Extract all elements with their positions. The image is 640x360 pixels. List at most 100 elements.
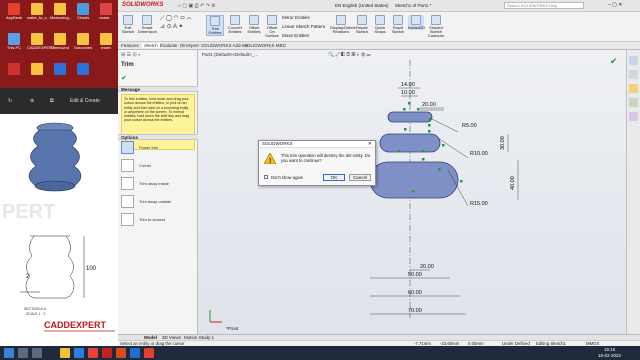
dim-r5[interactable]: R5.00: [462, 123, 477, 129]
quick-snaps-button[interactable]: Quick Snaps: [372, 15, 388, 34]
instant2d-button[interactable]: Instant2D: [408, 15, 425, 30]
tab-evaluate[interactable]: Evaluate: [160, 43, 178, 48]
word-icon[interactable]: [130, 348, 140, 358]
dim-10[interactable]: 10.00: [401, 90, 415, 96]
sketch-tools-icons[interactable]: ⟋ ◯ ◠ ▭ ⌒ ⊿ ⊙ A ✦: [160, 16, 191, 30]
view-palette-icon[interactable]: [629, 98, 638, 107]
rapid-sketch-icon: [393, 15, 403, 25]
task-view-icon[interactable]: [32, 348, 42, 358]
exit-sketch-button[interactable]: Exit Sketch: [120, 15, 136, 34]
edit-create-button[interactable]: Edit & Create: [70, 98, 100, 104]
message-header[interactable]: Message: [118, 86, 198, 92]
dim-14[interactable]: 14.00: [401, 82, 415, 88]
dim-r10[interactable]: R10.00: [470, 151, 488, 157]
ok-button[interactable]: OK: [323, 174, 345, 181]
dim-20-top[interactable]: 20.00: [422, 102, 436, 108]
trim-entities-button[interactable]: Trim Entities: [206, 15, 224, 36]
display-delete-relations-button[interactable]: Display/Delete Relations: [330, 15, 356, 34]
mirror-entities-button[interactable]: Mirror Entities: [282, 15, 310, 20]
dim-30[interactable]: 30.00: [500, 136, 506, 150]
start-icon[interactable]: [4, 348, 14, 358]
option-trim-outside[interactable]: Trim away outside: [121, 194, 195, 211]
trim-inside-icon: [121, 177, 134, 190]
resources-icon[interactable]: [629, 56, 638, 65]
anydesk-taskbar-icon[interactable]: [144, 348, 154, 358]
language-selector[interactable]: EN English (United States): [335, 3, 389, 8]
move-entities-button[interactable]: Move Entities: [282, 33, 309, 38]
zoom-icon[interactable]: ⊕: [30, 98, 34, 104]
desktop-icon-folder[interactable]: [27, 63, 47, 76]
slot-middle[interactable]: [379, 133, 441, 153]
option-trim-inside[interactable]: Trim away inside: [121, 176, 195, 193]
powerpoint-icon[interactable]: [116, 348, 126, 358]
desktop-icon-ps[interactable]: [50, 63, 70, 76]
tab-sketch[interactable]: Sketch: [142, 43, 160, 48]
desktop-icon-folder[interactable]: exam: [96, 33, 116, 50]
sw-title-bar: SOLIDWORKS ⌂ ▢ ▣ ⎙ ↶ ↷ ⚙ EN English (Uni…: [118, 0, 640, 12]
desktop-icon-folder[interactable]: Outcomes: [73, 33, 93, 50]
slot-top[interactable]: [387, 111, 433, 123]
bellows-3d-model: [28, 122, 82, 192]
edge-icon[interactable]: [74, 348, 84, 358]
quick-access-icons[interactable]: ⌂ ▢ ▣ ⎙ ↶ ↷ ⚙: [178, 3, 216, 9]
dont-show-checkbox[interactable]: [264, 175, 268, 179]
windows-taskbar: 15:15 16-02-2022: [0, 346, 640, 360]
linear-pattern-button[interactable]: Linear Sketch Pattern: [282, 24, 325, 29]
offset-entities-button[interactable]: Offset Entities: [246, 15, 262, 34]
dim-70[interactable]: 70.00: [408, 308, 422, 314]
tab-features[interactable]: Features: [121, 43, 139, 48]
option-trim-closest[interactable]: Trim to closest: [121, 212, 195, 229]
folder-icon: [100, 33, 112, 45]
clock-date[interactable]: 16-02-2022: [598, 353, 621, 358]
search-icon[interactable]: [18, 348, 28, 358]
graphics-area[interactable]: Part1 (Default<<Default>_... 🔍 ⤢ ◧ ◎ ▣ ◐…: [198, 50, 626, 334]
desktop-icon-clouds[interactable]: Clouds: [73, 3, 93, 20]
desktop-icon-ps[interactable]: [73, 63, 93, 76]
desktop-icon-folder[interactable]: CADDEXPERT: [27, 33, 54, 50]
dialog-close-icon[interactable]: ✕: [368, 141, 372, 147]
command-tabs: Features Sketch Evaluate DimXpert SOLIDW…: [118, 42, 640, 50]
option-corner[interactable]: Corner: [121, 158, 195, 175]
desktop-icon-thispc[interactable]: This PC: [4, 33, 24, 50]
dim-20-bottom[interactable]: 20.00: [420, 264, 434, 270]
appearances-icon[interactable]: [629, 112, 638, 121]
desktop-icon-folder[interactable]: water_to_c...: [27, 3, 50, 20]
tab-dimxpert[interactable]: DimXpert: [180, 43, 199, 48]
repair-sketch-button[interactable]: Repair Sketch: [354, 15, 370, 34]
solidworks-taskbar-icon[interactable]: [102, 348, 112, 358]
desktop-icon-exam[interactable]: exam...: [96, 3, 116, 20]
offset-on-surface-button[interactable]: Offset On Surface: [264, 15, 280, 38]
chrome-icon[interactable]: [88, 348, 98, 358]
option-power-trim[interactable]: Power trim: [121, 140, 195, 157]
smart-dimension-button[interactable]: Smart Dimension: [138, 15, 157, 34]
clock-time[interactable]: 15:15: [604, 347, 615, 352]
command-manager: Exit Sketch Smart Dimension ⟋ ◯ ◠ ▭ ⌒ ⊿ ⊙…: [118, 12, 640, 42]
sketch-canvas[interactable]: 14.00 10.00 20.00 R5.00 R10.00 30.00 R15…: [198, 50, 626, 334]
dim-50[interactable]: 50.00: [408, 272, 422, 278]
pm-tab-icons[interactable]: ⊞ ☰ ⊡ ◐: [121, 52, 141, 58]
desktop-icon-folder[interactable]: Measuring...: [50, 3, 72, 20]
cancel-button[interactable]: Cancel: [349, 174, 371, 181]
desktop-icon-anydesk[interactable]: AnyDesk: [4, 3, 24, 20]
tab-addins[interactable]: SOLIDWORKS Add-Ins: [201, 43, 248, 48]
dim-60[interactable]: 60.00: [408, 290, 422, 296]
window-controls[interactable]: – ▢ ✕: [608, 2, 622, 8]
convert-entities-button[interactable]: Convert Entities: [226, 15, 244, 34]
desktop-icon-pdf[interactable]: [4, 63, 24, 76]
shaded-contours-button[interactable]: Shaded Sketch Contours: [426, 15, 446, 38]
tab-mbd[interactable]: SOLIDWORKS MBD: [244, 43, 286, 48]
file-explorer-icon[interactable]: [629, 84, 638, 93]
desktop-icon-folder[interactable]: DemoUnd: [50, 33, 70, 50]
convert-icon: [230, 15, 240, 25]
trim-closest-icon: [121, 213, 134, 226]
dim-r15[interactable]: R15.00: [470, 201, 488, 207]
ok-checkmark-icon[interactable]: ✔: [121, 74, 127, 82]
dim-40[interactable]: 40.00: [510, 176, 516, 190]
slot-bottom[interactable]: [369, 161, 459, 199]
copy-icon[interactable]: ⧉: [50, 98, 54, 104]
design-library-icon[interactable]: [629, 70, 638, 79]
rotate-icon[interactable]: ↻: [8, 98, 12, 104]
file-explorer-taskbar-icon[interactable]: [60, 348, 70, 358]
rapid-sketch-button[interactable]: Rapid Sketch: [390, 15, 406, 34]
help-search-input[interactable]: Search SOLIDWORKS Help: [504, 2, 584, 9]
